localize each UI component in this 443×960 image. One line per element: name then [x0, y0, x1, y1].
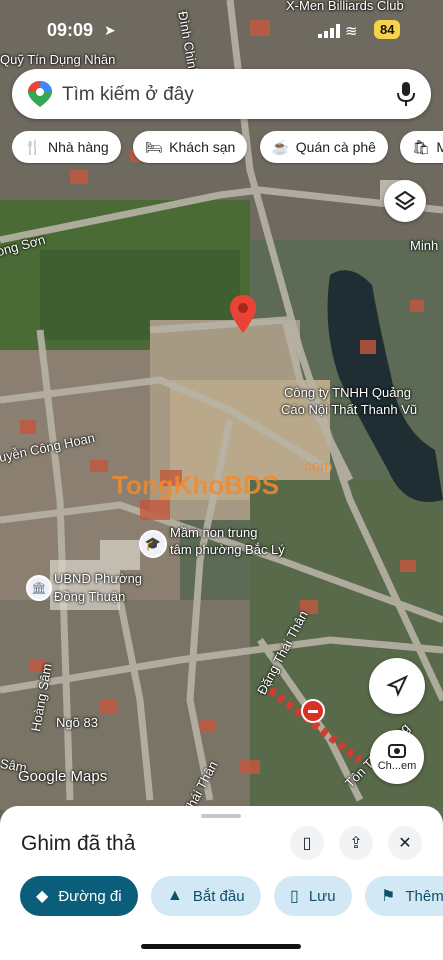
map-label-ubnd-line1[interactable]: UBND Phường — [54, 571, 142, 586]
button-label: Thêm — [405, 887, 443, 905]
watermark: TongKhoBDS — [112, 470, 280, 500]
directions-button[interactable]: ◆ Đường đi — [20, 876, 138, 916]
map-label-mam-non-line1[interactable]: Mầm non trung — [170, 525, 257, 540]
layers-button[interactable] — [384, 180, 426, 222]
close-button[interactable]: ✕ — [388, 826, 422, 860]
category-chips: 🍴 Nhà hàng 🛏 Khách sạn ☕ Quán cà phê 🛍 Mu — [12, 131, 443, 165]
sheet-title: Ghim đã thả — [21, 832, 136, 855]
chip-label: Khách sạn — [169, 139, 236, 155]
map-label-cong-ty-line1[interactable]: Công ty TNHH Quảng — [284, 385, 411, 400]
chip-coffee[interactable]: ☕ Quán cà phê — [259, 131, 388, 163]
bookmark-icon: ▯ — [290, 888, 299, 905]
chip-label: Nhà hàng — [48, 139, 109, 155]
map-label-ngo-83: Ngõ 83 — [56, 715, 98, 730]
camera-lens-icon — [388, 744, 406, 758]
location-arrow-icon: ➤ — [104, 22, 116, 38]
dropped-pin-icon[interactable] — [230, 295, 256, 333]
button-label: Lưu — [308, 887, 336, 905]
flag-icon: ⚑ — [381, 888, 396, 905]
chip-shopping[interactable]: 🛍 Mu — [400, 131, 443, 163]
layers-icon — [394, 190, 416, 211]
coffee-icon: ☕ — [271, 138, 290, 155]
lens-label: Ch...em — [377, 760, 417, 772]
close-icon: ✕ — [398, 835, 412, 852]
hotel-icon: 🛏 — [145, 138, 163, 155]
home-indicator[interactable] — [141, 944, 301, 949]
button-label: Đường đi — [58, 887, 122, 905]
signal-icon — [318, 24, 340, 38]
map-label-minh: Minh — [410, 238, 439, 253]
shopping-icon: 🛍 — [412, 138, 431, 155]
watermark-com: .com — [300, 458, 333, 475]
add-label-button[interactable]: ⚑ Thêm — [365, 876, 443, 916]
search-input[interactable]: Tìm kiếm ở đây — [62, 84, 194, 106]
restaurant-icon: 🍴 — [24, 138, 42, 155]
status-bar: 09:09 ➤ ≋ 84 — [0, 0, 443, 58]
navigation-icon: ▲ — [167, 887, 183, 904]
google-maps-logo: Google Maps — [18, 768, 108, 785]
share-button[interactable]: ⇪ — [339, 826, 373, 860]
status-time: 09:09 — [47, 20, 94, 40]
start-button[interactable]: ▲ Bắt đầu — [151, 876, 261, 916]
navigation-arrow-icon — [386, 675, 408, 697]
chip-label: Quán cà phê — [295, 139, 376, 155]
chip-label: Mu — [436, 139, 443, 155]
button-label: Bắt đầu — [192, 887, 245, 905]
sheet-drag-handle[interactable] — [201, 814, 241, 818]
my-location-button[interactable] — [369, 658, 425, 714]
search-bar[interactable]: Tìm kiếm ở đây — [12, 69, 431, 119]
directions-icon: ◆ — [36, 888, 49, 905]
microphone-icon[interactable] — [395, 82, 417, 106]
chip-restaurants[interactable]: 🍴 Nhà hàng — [12, 131, 121, 163]
map-label-ubnd-line2[interactable]: Đồng Thuận — [54, 589, 125, 604]
action-buttons: ◆ Đường đi ▲ Bắt đầu ▯ Lưu ⚑ Thêm — [20, 876, 443, 918]
place-sheet[interactable]: Ghim đã thả ▯ ⇪ ✕ ◆ Đường đi ▲ Bắt đầu ▯ Lư… — [0, 806, 443, 960]
bookmark-icon: ▯ — [302, 835, 312, 852]
save-button[interactable]: ▯ Lưu — [274, 876, 352, 916]
no-entry-icon — [301, 699, 325, 723]
chip-hotels[interactable]: 🛏 Khách sạn — [133, 131, 248, 163]
map-label-cong-ty-line2[interactable]: Cáo Nội Thất Thanh Vũ — [281, 402, 417, 417]
wifi-icon: ≋ — [345, 23, 358, 40]
lens-button[interactable]: Ch...em — [370, 730, 424, 784]
map-label-mam-non-line2[interactable]: tâm phường Bắc Lý — [170, 542, 285, 557]
school-icon[interactable]: 🎓 — [139, 530, 167, 558]
battery-indicator: 84 — [374, 20, 401, 39]
maps-pin-icon — [28, 81, 52, 107]
share-icon: ⇪ — [349, 835, 363, 852]
save-icon-button[interactable]: ▯ — [290, 826, 324, 860]
government-icon[interactable]: 🏛 — [26, 575, 52, 601]
